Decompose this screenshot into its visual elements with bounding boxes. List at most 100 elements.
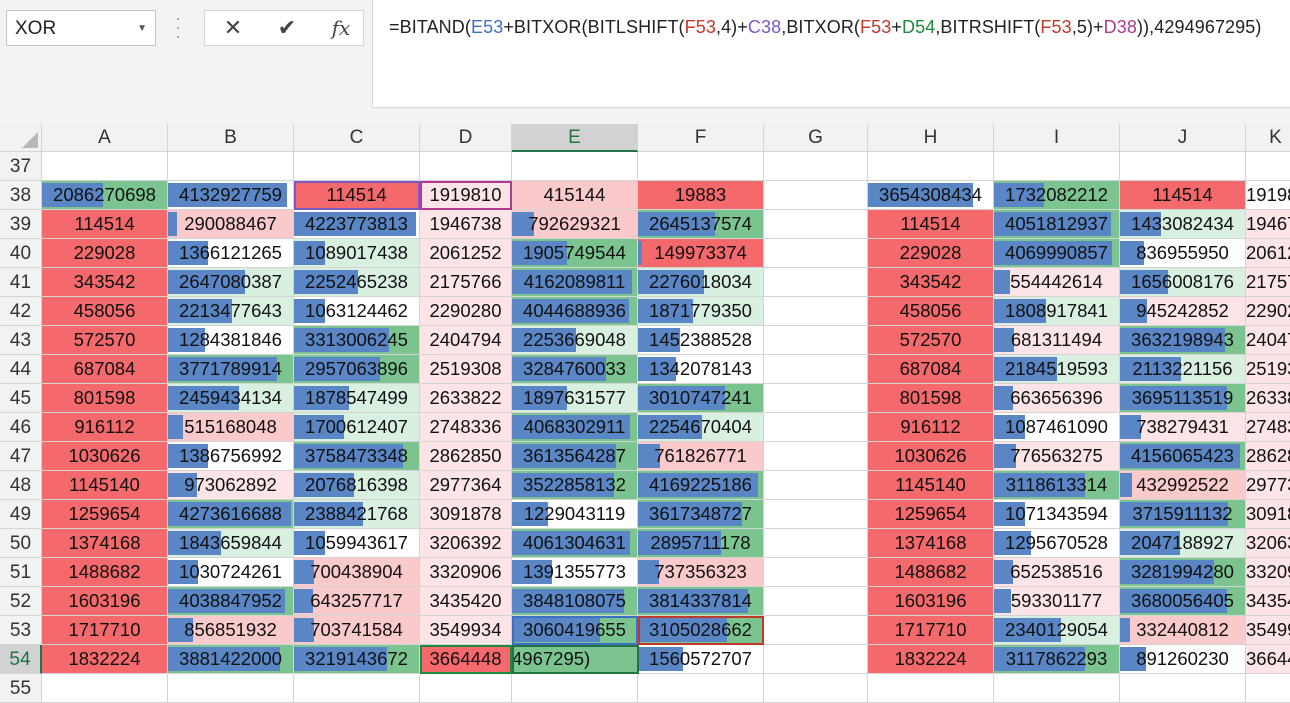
cell-f49[interactable]: 3617348727 — [638, 500, 764, 529]
cell-f53[interactable]: 3105028662 — [638, 616, 764, 645]
cell-c38[interactable]: 114514 — [294, 181, 420, 210]
cell-g38[interactable] — [764, 181, 868, 210]
select-all-button[interactable] — [0, 124, 42, 152]
cell-d39[interactable]: 1946738 — [420, 210, 512, 239]
cell-d48[interactable]: 2977364 — [420, 471, 512, 500]
cell-e42[interactable]: 4044688936 — [512, 297, 638, 326]
cell-c37[interactable] — [294, 152, 420, 181]
cell-b47[interactable]: 1386756992 — [168, 442, 294, 471]
cell-d42[interactable]: 2290280 — [420, 297, 512, 326]
cell-k48[interactable]: 2977364 — [1246, 471, 1290, 500]
cell-c50[interactable]: 1059943617 — [294, 529, 420, 558]
cell-k38[interactable]: 1919810 — [1246, 181, 1290, 210]
cell-a48[interactable]: 1145140 — [42, 471, 168, 500]
cell-e43[interactable]: 2253669048 — [512, 326, 638, 355]
cell-g43[interactable] — [764, 326, 868, 355]
cell-f51[interactable]: 737356323 — [638, 558, 764, 587]
cell-f37[interactable] — [638, 152, 764, 181]
cell-h39[interactable]: 114514 — [868, 210, 994, 239]
cell-d54[interactable]: 3664448 — [420, 645, 512, 674]
column-header-c[interactable]: C — [294, 124, 420, 152]
cell-k44[interactable]: 2519308 — [1246, 355, 1290, 384]
cell-k46[interactable]: 2748336 — [1246, 413, 1290, 442]
cell-d52[interactable]: 3435420 — [420, 587, 512, 616]
cell-d46[interactable]: 2748336 — [420, 413, 512, 442]
formula-input[interactable]: =BITAND(E53+BITXOR(BITLSHIFT(F53,4)+C38,… — [372, 0, 1290, 108]
cell-e51[interactable]: 1391355773 — [512, 558, 638, 587]
cell-j53[interactable]: 332440812 — [1120, 616, 1246, 645]
row-header-46[interactable]: 46 — [0, 413, 42, 442]
cell-h52[interactable]: 1603196 — [868, 587, 994, 616]
cell-e53[interactable]: 3060419655 — [512, 616, 638, 645]
cell-f43[interactable]: 1452388528 — [638, 326, 764, 355]
cell-k43[interactable]: 2404794 — [1246, 326, 1290, 355]
cell-d53[interactable]: 3549934 — [420, 616, 512, 645]
cell-d37[interactable] — [420, 152, 512, 181]
cell-c53[interactable]: 703741584 — [294, 616, 420, 645]
cell-e54[interactable]: 4967295) — [512, 645, 638, 674]
cell-g50[interactable] — [764, 529, 868, 558]
cell-b41[interactable]: 2647080387 — [168, 268, 294, 297]
cell-j47[interactable]: 4156065423 — [1120, 442, 1246, 471]
cell-f54[interactable]: 1560572707 — [638, 645, 764, 674]
cell-f47[interactable]: 761826771 — [638, 442, 764, 471]
column-header-h[interactable]: H — [868, 124, 994, 152]
cell-e48[interactable]: 3522858132 — [512, 471, 638, 500]
cell-b44[interactable]: 3771789914 — [168, 355, 294, 384]
cell-b48[interactable]: 973062892 — [168, 471, 294, 500]
cell-g40[interactable] — [764, 239, 868, 268]
cell-a39[interactable]: 114514 — [42, 210, 168, 239]
row-header-43[interactable]: 43 — [0, 326, 42, 355]
cell-j40[interactable]: 836955950 — [1120, 239, 1246, 268]
cell-a44[interactable]: 687084 — [42, 355, 168, 384]
cell-i54[interactable]: 3117862293 — [994, 645, 1120, 674]
cell-k40[interactable]: 2061252 — [1246, 239, 1290, 268]
cell-a38[interactable]: 2086270698 — [42, 181, 168, 210]
cell-g53[interactable] — [764, 616, 868, 645]
cell-b43[interactable]: 1284381846 — [168, 326, 294, 355]
cell-h41[interactable]: 343542 — [868, 268, 994, 297]
row-header-53[interactable]: 53 — [0, 616, 42, 645]
cell-j43[interactable]: 3632198943 — [1120, 326, 1246, 355]
cell-f45[interactable]: 3010747241 — [638, 384, 764, 413]
cell-h46[interactable]: 916112 — [868, 413, 994, 442]
cell-f39[interactable]: 2645137574 — [638, 210, 764, 239]
cell-b37[interactable] — [168, 152, 294, 181]
cell-e52[interactable]: 3848108075 — [512, 587, 638, 616]
cell-e50[interactable]: 4061304631 — [512, 529, 638, 558]
cell-d50[interactable]: 3206392 — [420, 529, 512, 558]
row-header-51[interactable]: 51 — [0, 558, 42, 587]
cell-i37[interactable] — [994, 152, 1120, 181]
cell-k52[interactable]: 3435420 — [1246, 587, 1290, 616]
cell-h51[interactable]: 1488682 — [868, 558, 994, 587]
cell-g49[interactable] — [764, 500, 868, 529]
cell-b53[interactable]: 856851932 — [168, 616, 294, 645]
cell-g37[interactable] — [764, 152, 868, 181]
cell-j39[interactable]: 1433082434 — [1120, 210, 1246, 239]
cell-a49[interactable]: 1259654 — [42, 500, 168, 529]
cell-a54[interactable]: 1832224 — [42, 645, 168, 674]
cell-a50[interactable]: 1374168 — [42, 529, 168, 558]
cell-f40[interactable]: 149973374 — [638, 239, 764, 268]
cell-k47[interactable]: 2862850 — [1246, 442, 1290, 471]
cell-j45[interactable]: 3695113519 — [1120, 384, 1246, 413]
cell-a40[interactable]: 229028 — [42, 239, 168, 268]
cell-h53[interactable]: 1717710 — [868, 616, 994, 645]
cell-k37[interactable] — [1246, 152, 1290, 181]
row-header-41[interactable]: 41 — [0, 268, 42, 297]
cell-b38[interactable]: 4132927759 — [168, 181, 294, 210]
cell-b54[interactable]: 3881422000 — [168, 645, 294, 674]
cell-a53[interactable]: 1717710 — [42, 616, 168, 645]
drag-handle-icon[interactable]: · · · — [174, 9, 182, 45]
cell-j41[interactable]: 1656008176 — [1120, 268, 1246, 297]
cell-h40[interactable]: 229028 — [868, 239, 994, 268]
cell-b49[interactable]: 4273616688 — [168, 500, 294, 529]
column-header-a[interactable]: A — [42, 124, 168, 152]
cell-d49[interactable]: 3091878 — [420, 500, 512, 529]
cell-h43[interactable]: 572570 — [868, 326, 994, 355]
cell-k53[interactable]: 3549934 — [1246, 616, 1290, 645]
cell-f42[interactable]: 1871779350 — [638, 297, 764, 326]
cell-g47[interactable] — [764, 442, 868, 471]
cell-g39[interactable] — [764, 210, 868, 239]
cell-f44[interactable]: 1342078143 — [638, 355, 764, 384]
